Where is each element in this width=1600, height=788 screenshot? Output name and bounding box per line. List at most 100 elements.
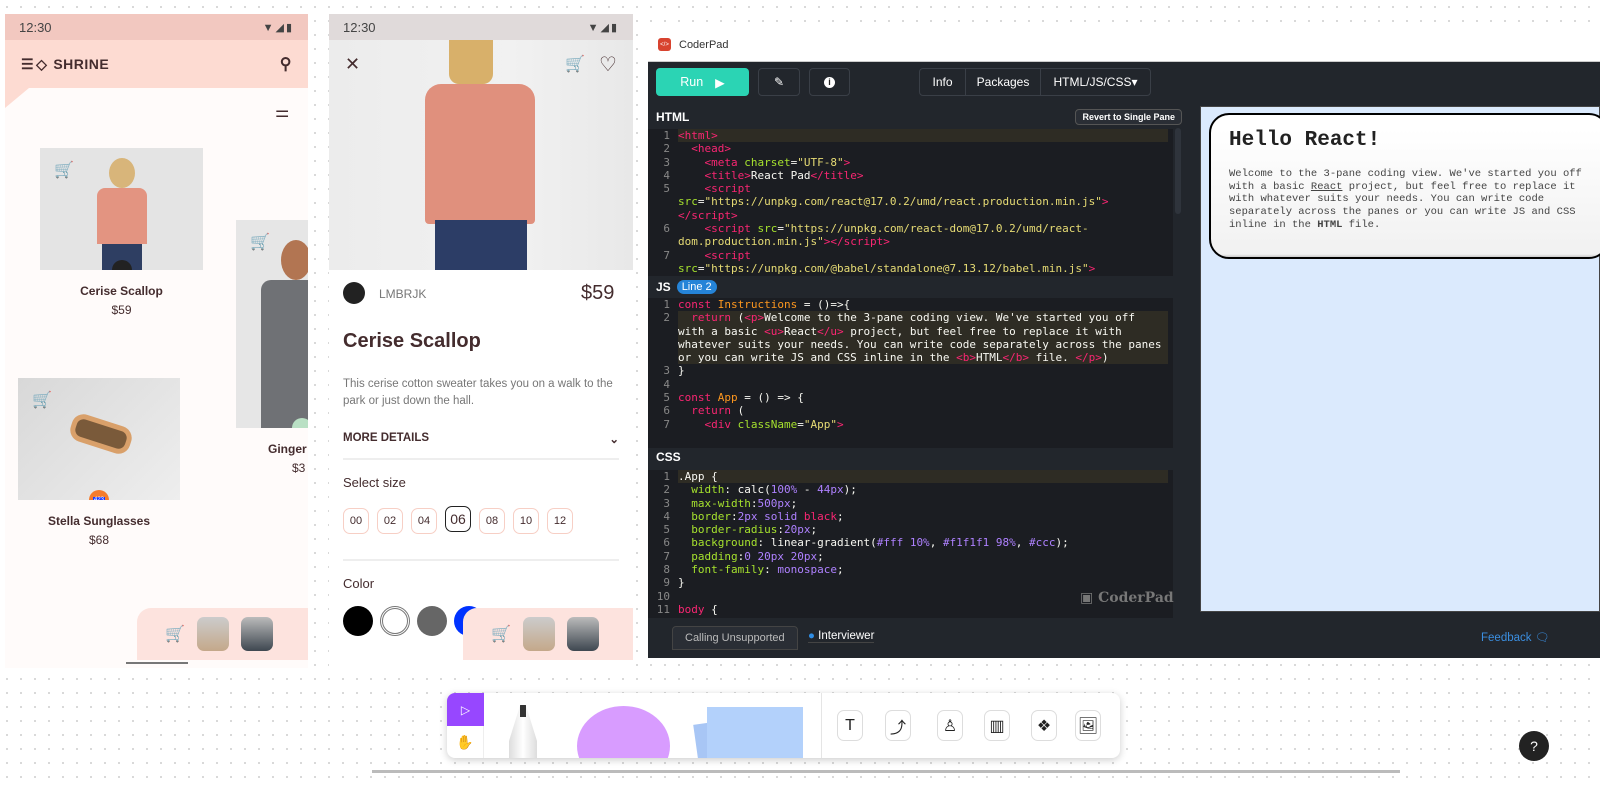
code-token: src [678, 261, 698, 275]
code-token: <u> [764, 324, 784, 338]
connector-tool[interactable]: ⤴ [885, 710, 911, 741]
info-icon-button[interactable]: i [809, 68, 850, 96]
size-option[interactable]: 04 [411, 508, 437, 534]
pane-scrollbar[interactable] [1175, 128, 1181, 214]
code-line[interactable]: 9} [648, 576, 1173, 589]
code-line[interactable]: 3 max-width:500px; [648, 497, 1173, 510]
code-line[interactable]: 1 <html> [648, 129, 1173, 143]
color-swatch[interactable] [417, 606, 447, 636]
code-line[interactable]: 6 background: linear-gradient(#fff 10%, … [648, 536, 1173, 549]
shape-tool[interactable] [577, 706, 670, 758]
more-details-toggle[interactable]: MORE DETAILS ⌄ [343, 432, 619, 460]
line-number: 4 [663, 168, 670, 182]
cart-preview[interactable]: 🛒 [463, 608, 633, 660]
text-tool[interactable]: T [837, 710, 863, 741]
hand-tool[interactable]: ✋ [447, 726, 484, 758]
tab-packages[interactable]: Packages [965, 68, 1041, 96]
menu-icon[interactable]: ☰ [21, 56, 34, 73]
cart-icon: 🛒 [491, 626, 511, 643]
code-token: React Pad [750, 168, 811, 182]
code-line[interactable]: 8 font-family: monospace; [648, 563, 1173, 576]
size-option[interactable]: 00 [343, 508, 369, 534]
frame-tool[interactable]: ▥ [984, 710, 1010, 741]
code-token: : calc( [724, 483, 771, 497]
help-button[interactable]: ? [1519, 731, 1549, 761]
size-option[interactable]: 08 [479, 508, 505, 534]
calling-unsupported-button[interactable]: Calling Unsupported [672, 626, 798, 650]
code-line[interactable]: 2 width: calc(100% - 44px); [648, 483, 1173, 496]
code-line[interactable]: 1 .App { [648, 470, 1173, 484]
code-line[interactable]: 7 <div className="App"> [648, 418, 1173, 431]
code-text: <meta charset="UTF-8"> [678, 156, 1168, 169]
code-line[interactable]: 4 [648, 378, 1173, 391]
code-token: #fff 10% [876, 536, 930, 550]
code-token: > [836, 417, 844, 431]
code-line[interactable]: 1 const Instructions = ()=>{ [648, 298, 1173, 311]
code-token: 100% [770, 483, 798, 497]
code-line[interactable]: 2 <head> [648, 142, 1173, 155]
close-icon[interactable]: ✕ [345, 54, 360, 75]
code-line[interactable]: 5 border-radius:20px; [648, 523, 1173, 536]
select-tool[interactable]: ▷ [447, 693, 484, 726]
code-line[interactable]: 7 <script src="https://unpkg.com/@babel/… [648, 249, 1173, 276]
favorite-heart-icon[interactable]: ♡ [599, 52, 617, 77]
code-token: React [783, 324, 818, 338]
search-icon[interactable]: ⚲ [280, 54, 292, 74]
html-pane-label: HTML [656, 110, 690, 124]
html-editor[interactable]: 1 <html> 2 <head> 3 <meta charset="UTF-8"> 4… [648, 129, 1173, 276]
code-text: <title>React Pad</title> [678, 169, 1168, 182]
edit-button[interactable]: ✎ [758, 68, 800, 96]
line-number: 7 [663, 417, 670, 431]
status-bar: 12:30 ▼◢▮ [5, 14, 308, 40]
add-to-cart-icon[interactable]: 🛒 [565, 54, 585, 74]
line-number: 9 [663, 576, 670, 590]
line-number: 7 [663, 549, 670, 563]
js-editor[interactable]: 1 const Instructions = ()=>{2 return (<p>… [648, 298, 1173, 448]
code-line[interactable]: 4 border:2px solid black; [648, 510, 1173, 523]
size-option[interactable]: 06 [445, 506, 471, 532]
filter-icon[interactable]: ⚌ [275, 102, 289, 122]
cart-preview[interactable]: 🛒 [137, 608, 308, 660]
product-card[interactable]: 🛒 Ginger $3 [236, 220, 308, 475]
code-line[interactable]: 5 const App = () => { [648, 391, 1173, 404]
code-text: padding:0 20px 20px; [678, 550, 1168, 563]
image-tool[interactable]: 🖼 [1075, 710, 1101, 741]
language-dropdown[interactable]: HTML/JS/CSS ▾ [1040, 68, 1151, 96]
code-line[interactable]: 6 <script src="https://unpkg.com/react-d… [648, 222, 1173, 249]
code-line[interactable]: 3} [648, 364, 1173, 377]
pen-tool[interactable] [509, 705, 537, 758]
size-option[interactable]: 12 [547, 508, 573, 534]
scrollbar[interactable] [372, 770, 1400, 773]
code-line[interactable]: 2 return (<p>Welcome to the 3-pane codin… [648, 311, 1173, 365]
hand-icon: ✋ [456, 733, 474, 750]
sticky-note-tool[interactable] [693, 707, 803, 758]
code-token: : [764, 563, 778, 577]
add-to-cart-icon[interactable]: 🛒 [32, 390, 52, 410]
size-option[interactable]: 02 [377, 508, 403, 534]
color-label: Color [343, 576, 375, 591]
code-line[interactable]: 5 <script src="https://unpkg.com/react@1… [648, 182, 1173, 222]
feedback-link[interactable]: Feedback 🗨 [1481, 630, 1549, 644]
code-line[interactable]: 3 <meta charset="UTF-8"> [648, 156, 1173, 169]
code-text: const App = () => { [678, 391, 1168, 404]
color-swatch[interactable] [343, 606, 373, 636]
color-swatch[interactable] [380, 606, 410, 636]
code-line[interactable]: 6 return ( [648, 404, 1173, 417]
code-line[interactable]: 7 padding:0 20px 20px; [648, 550, 1173, 563]
revert-single-pane-button[interactable]: Revert to Single Pane [1075, 109, 1182, 125]
components-tool[interactable]: ❖ [1031, 710, 1057, 741]
code-text: border:2px solid black; [678, 510, 1168, 523]
code-token: ( [737, 404, 745, 418]
size-option[interactable]: 10 [513, 508, 539, 534]
code-text: const Instructions = ()=>{ [678, 298, 1168, 311]
code-token: file. [1029, 351, 1076, 365]
tab-info[interactable]: Info [919, 68, 966, 96]
code-token: : [731, 509, 738, 523]
product-card[interactable]: 🛒 423 Stella Sunglasses $68 [18, 378, 180, 547]
add-to-cart-icon[interactable]: 🛒 [54, 160, 74, 180]
stamp-tool[interactable]: ♙ [937, 710, 963, 741]
run-button[interactable]: Run ▶ [656, 68, 749, 96]
add-to-cart-icon[interactable]: 🛒 [250, 232, 270, 252]
product-card[interactable]: 🛒 Cerise Scallop $59 [40, 148, 203, 317]
code-line[interactable]: 4 <title>React Pad</title> [648, 169, 1173, 182]
